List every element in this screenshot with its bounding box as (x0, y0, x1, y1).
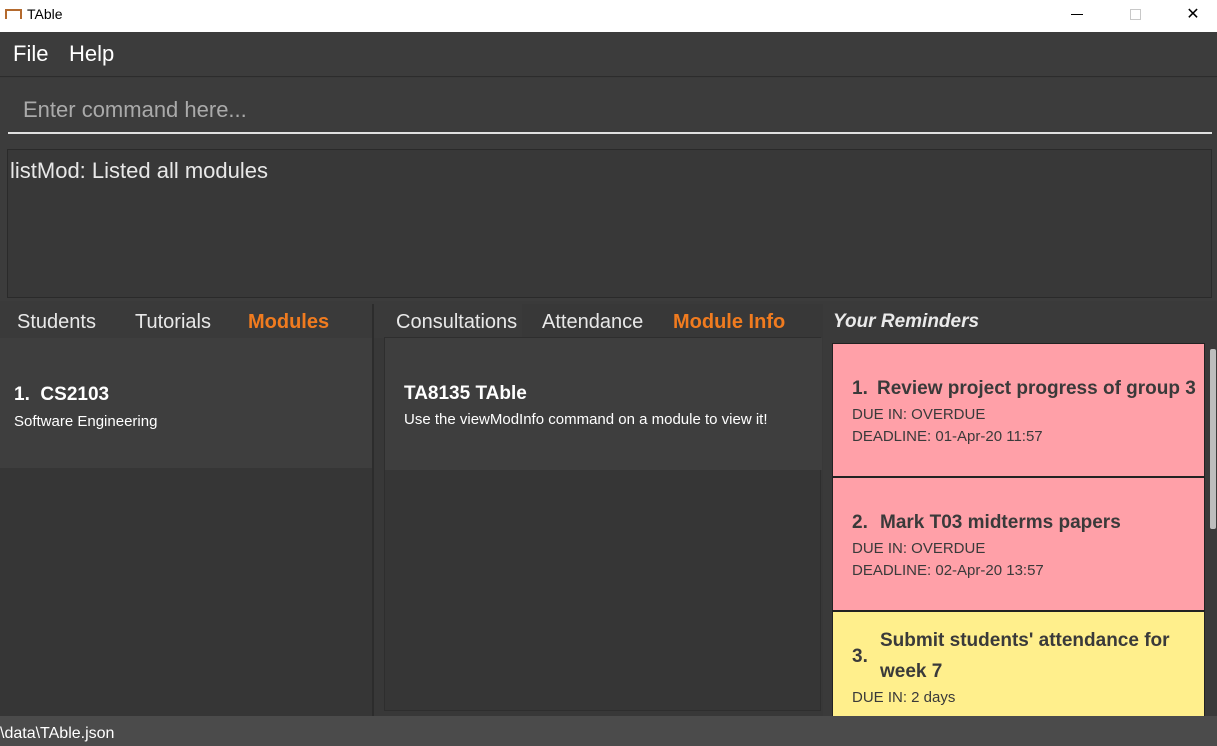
status-bar: \data\TAble.json (0, 716, 1217, 746)
tab-students[interactable]: Students (0, 304, 116, 338)
tab-modules[interactable]: Modules (230, 304, 372, 338)
minimize-button[interactable] (1048, 0, 1106, 28)
reminder-index: 3. (852, 646, 868, 667)
left-tab-bar: Students Tutorials Modules (0, 304, 372, 338)
maximize-button[interactable] (1106, 0, 1164, 28)
module-index: 1. (14, 384, 30, 405)
window-title: TAble (27, 6, 63, 22)
reminder-due: DUE IN: OVERDUE (852, 406, 986, 423)
reminders-pane: Your Reminders 1. Review project progres… (823, 304, 1217, 716)
module-code: CS2103 (40, 384, 110, 405)
save-location: \data\TAble.json (0, 725, 115, 742)
tab-module-info[interactable]: Module Info (660, 304, 823, 338)
title-bar: TAble ✕ (0, 0, 1217, 32)
minimize-icon (1071, 13, 1083, 15)
reminders-header: Your Reminders (833, 311, 980, 332)
command-area (0, 78, 1217, 146)
reminder-due: DUE IN: OVERDUE (852, 540, 986, 557)
tab-tutorials[interactable]: Tutorials (116, 304, 230, 338)
menu-bar: File Help (0, 32, 1217, 77)
result-display: listMod: Listed all modules (7, 149, 1212, 298)
scrollbar-thumb[interactable] (1210, 349, 1216, 529)
info-message: Use the viewModInfo command on a module … (404, 411, 768, 428)
close-icon: ✕ (1186, 6, 1200, 23)
module-list: 1. CS2103 Software Engineering (0, 338, 372, 716)
reminders-scrollbar[interactable] (1209, 341, 1217, 716)
reminder-deadline: DEADLINE: 01-Apr-20 11:57 (852, 428, 1043, 445)
middle-pane: Consultations Attendance Module Info TA8… (374, 304, 823, 716)
menu-help[interactable]: Help (69, 41, 114, 67)
list-item[interactable]: 1. CS2103 Software Engineering (0, 338, 372, 468)
maximize-icon (1129, 8, 1141, 20)
tab-consultations[interactable]: Consultations (374, 304, 522, 338)
reminder-index: 1. (852, 378, 868, 399)
command-input[interactable] (8, 88, 1212, 134)
result-area: listMod: Listed all modules (0, 146, 1217, 301)
reminder-index: 2. (852, 512, 868, 533)
module-name: Software Engineering (14, 413, 158, 430)
module-title: 1. CS2103 (14, 384, 109, 406)
menu-file[interactable]: File (13, 41, 48, 67)
reminder-item[interactable]: 1. Review project progress of group 3 DU… (832, 343, 1205, 477)
reminder-title: Mark T03 midterms papers (880, 512, 1121, 533)
tab-attendance[interactable]: Attendance (522, 304, 660, 338)
middle-tab-bar: Consultations Attendance Module Info (374, 304, 823, 338)
close-button[interactable]: ✕ (1164, 0, 1217, 28)
app-icon (5, 9, 22, 19)
reminder-item[interactable]: 3. Submit students' attendance for week … (832, 611, 1205, 716)
module-info-card: TA8135 TAble Use the viewModInfo command… (385, 338, 822, 470)
reminder-list[interactable]: 1. Review project progress of group 3 DU… (832, 343, 1205, 716)
reminder-item[interactable]: 2. Mark T03 midterms papers DUE IN: OVER… (832, 477, 1205, 611)
reminder-due: DUE IN: 2 days (852, 689, 956, 706)
left-pane: Students Tutorials Modules 1. CS2103 Sof… (0, 304, 372, 716)
info-title: TA8135 TAble (404, 383, 527, 404)
module-info-panel: TA8135 TAble Use the viewModInfo command… (384, 337, 822, 711)
result-text: listMod: Listed all modules (10, 158, 269, 183)
reminder-title: Review project progress of group 3 (877, 378, 1196, 399)
reminder-deadline: DEADLINE: 02-Apr-20 13:57 (852, 562, 1044, 579)
reminder-title: Submit students' attendance for week 7 (880, 630, 1170, 682)
